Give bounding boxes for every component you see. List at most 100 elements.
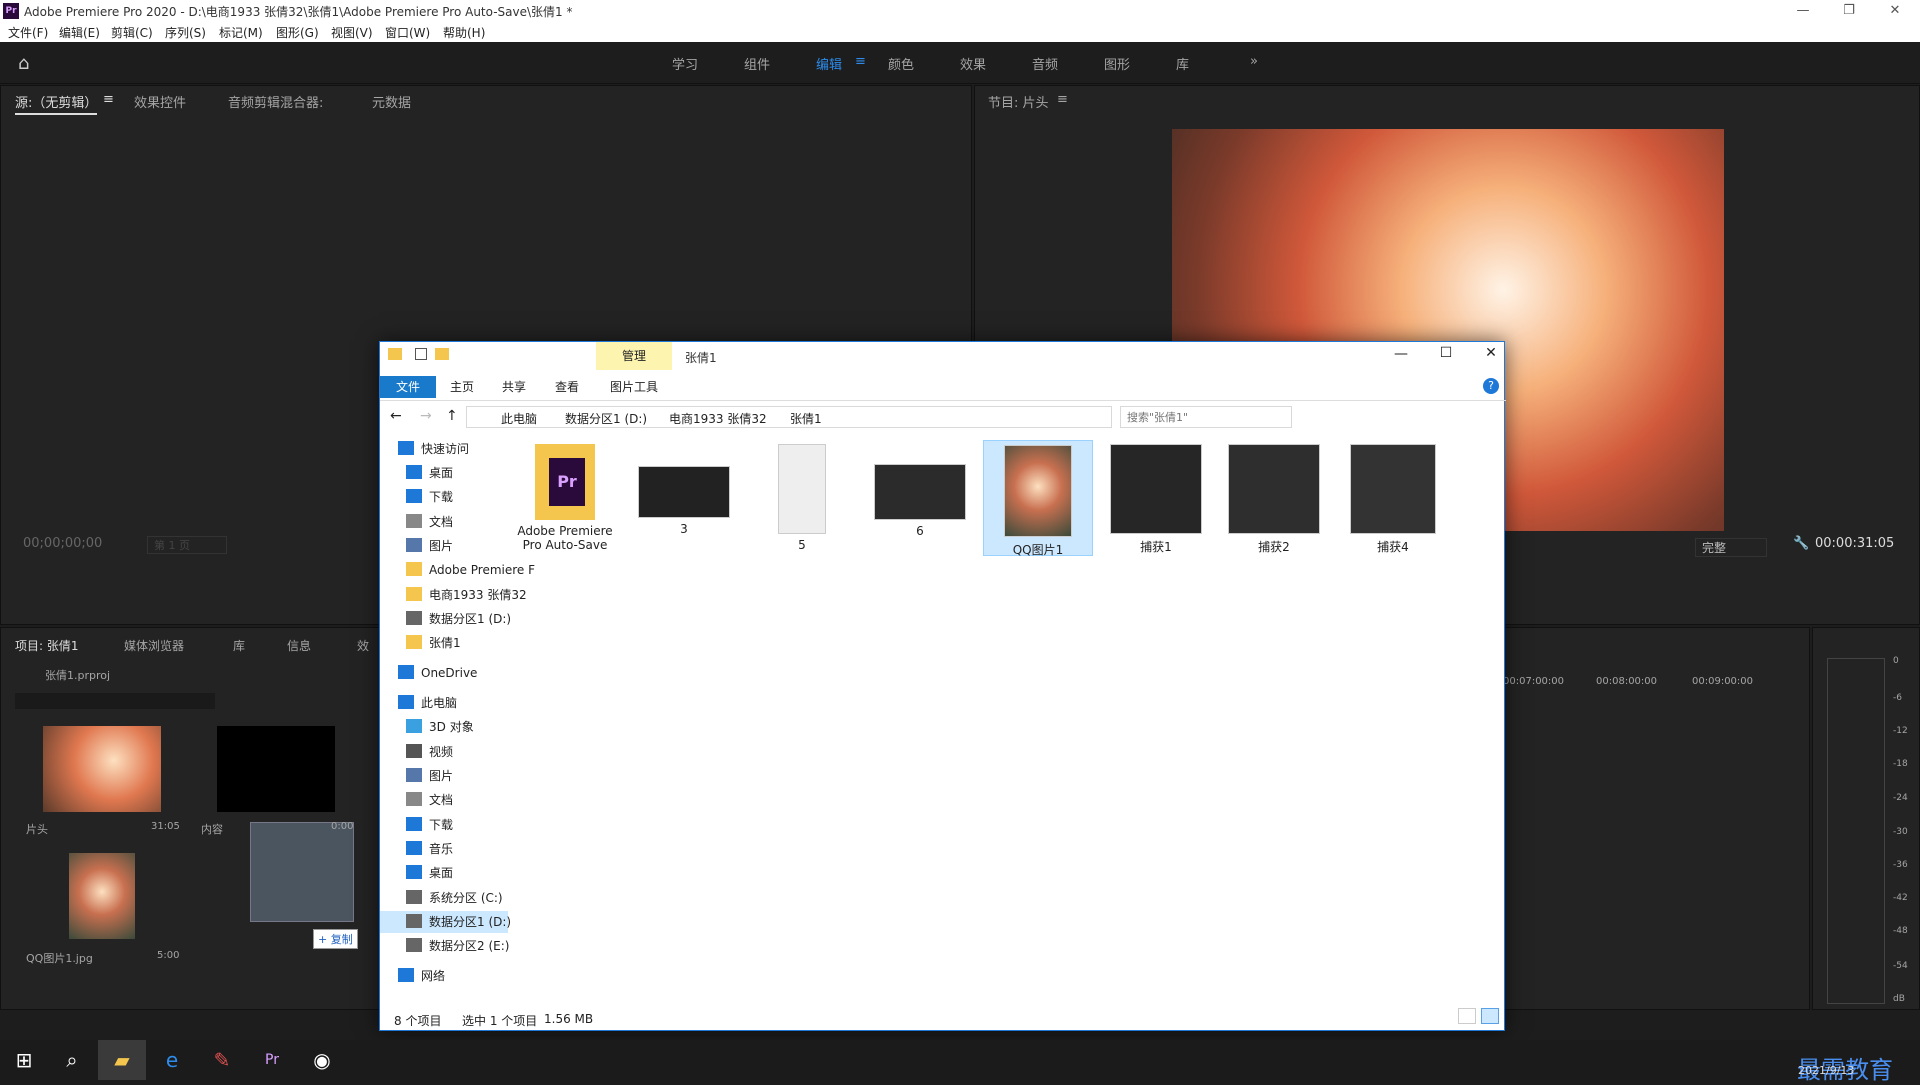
nav-item[interactable]: 数据分区1 (D:) xyxy=(406,608,511,630)
nav-item[interactable]: 此电脑 xyxy=(398,692,457,714)
program-title[interactable]: 节目: 片头 xyxy=(988,92,1049,111)
tab-source[interactable]: 源:（无剪辑） xyxy=(15,92,98,115)
nav-item[interactable]: 下载 xyxy=(406,486,453,508)
breadcrumb-folder-zhangqian1[interactable]: 张倩1 xyxy=(790,410,822,427)
menu-help[interactable]: 帮助(H) xyxy=(443,24,485,41)
file-item-3[interactable]: 3 xyxy=(629,444,739,536)
minimize-button[interactable]: — xyxy=(1780,0,1826,22)
panel-menu-icon[interactable]: ≡ xyxy=(103,92,114,107)
ribbon-picture-tools-tab[interactable]: 图片工具 xyxy=(610,376,658,398)
search-icon[interactable]: ⌕ xyxy=(48,1040,96,1080)
tab-metadata[interactable]: 元数据 xyxy=(372,92,411,111)
panel-menu-icon[interactable]: ≡ xyxy=(1057,92,1068,107)
nav-item[interactable]: 音乐 xyxy=(406,838,453,860)
workspace-assembly[interactable]: 组件 xyxy=(744,54,770,73)
nav-item[interactable]: Adobe Premiere F xyxy=(406,559,535,581)
tab-media-browser[interactable]: 媒体浏览器 xyxy=(124,637,184,654)
page-dropdown[interactable]: 第 1 页 xyxy=(147,536,227,554)
menu-sequence[interactable]: 序列(S) xyxy=(165,24,206,41)
thumb-content[interactable] xyxy=(217,726,335,812)
program-timecode[interactable]: 00:00:31:05 xyxy=(1815,536,1894,551)
wrench-icon[interactable]: 🔧 xyxy=(1793,536,1809,551)
source-timecode[interactable]: 00;00;00;00 xyxy=(23,536,102,551)
nav-item[interactable]: 视频 xyxy=(406,741,453,763)
forward-arrow-icon[interactable]: → xyxy=(420,408,432,424)
nav-item[interactable]: OneDrive xyxy=(398,662,477,684)
workspace-audio[interactable]: 音频 xyxy=(1032,54,1058,73)
nav-item[interactable]: 图片 xyxy=(406,535,453,557)
tab-effects[interactable]: 效 xyxy=(357,637,369,654)
thumb-qq-image[interactable] xyxy=(69,853,135,939)
file-item-6[interactable]: 6 xyxy=(865,444,975,538)
new-folder-icon[interactable] xyxy=(435,348,449,360)
workspace-learn[interactable]: 学习 xyxy=(672,54,698,73)
nav-item[interactable]: 3D 对象 xyxy=(406,716,474,738)
tab-audio-mixer[interactable]: 音频剪辑混合器: xyxy=(228,92,323,111)
edge-browser-icon[interactable]: e xyxy=(148,1040,196,1080)
workspace-libraries[interactable]: 库 xyxy=(1176,54,1189,73)
file-item-capture2[interactable]: 捕获2 xyxy=(1219,444,1329,555)
nav-item[interactable]: 下载 xyxy=(406,814,453,836)
file-explorer-icon[interactable]: ▰ xyxy=(98,1040,146,1080)
home-icon[interactable]: ⌂ xyxy=(18,53,29,74)
paint-icon[interactable]: ✎ xyxy=(198,1040,246,1080)
nav-item[interactable]: 桌面 xyxy=(406,862,453,884)
menu-clip[interactable]: 剪辑(C) xyxy=(111,24,153,41)
nav-item[interactable]: 图片 xyxy=(406,765,453,787)
nav-item[interactable]: 文档 xyxy=(406,511,453,533)
explorer-search-input[interactable] xyxy=(1120,406,1292,428)
thumb-intro[interactable] xyxy=(43,726,161,812)
workspace-effects[interactable]: 效果 xyxy=(960,54,986,73)
ribbon-share-tab[interactable]: 共享 xyxy=(502,376,526,398)
workspace-menu-icon[interactable]: ≡ xyxy=(855,54,866,69)
workspace-editing[interactable]: 编辑 xyxy=(816,54,842,73)
breadcrumb-folder-1933[interactable]: 电商1933 张倩32 xyxy=(669,410,767,427)
nav-item[interactable]: 文档 xyxy=(406,789,453,811)
address-bar[interactable]: 此电脑 数据分区1 (D:) 电商1933 张倩32 张倩1 xyxy=(466,406,1112,428)
file-item-5[interactable]: 5 xyxy=(747,444,857,552)
menu-view[interactable]: 视图(V) xyxy=(331,24,373,41)
help-icon[interactable]: ? xyxy=(1483,378,1499,394)
nav-item[interactable]: 数据分区2 (E:) xyxy=(406,935,509,957)
tab-info[interactable]: 信息 xyxy=(287,637,311,654)
menu-file[interactable]: 文件(F) xyxy=(8,24,48,41)
ribbon-home-tab[interactable]: 主页 xyxy=(450,376,474,398)
restore-button[interactable]: ❐ xyxy=(1826,0,1872,22)
nav-item[interactable]: 张倩1 xyxy=(406,632,461,654)
ribbon-view-tab[interactable]: 查看 xyxy=(555,376,579,398)
nav-item[interactable]: 系统分区 (C:) xyxy=(406,887,503,909)
ribbon-file-tab[interactable]: 文件 xyxy=(380,376,436,398)
breadcrumb-drive-d[interactable]: 数据分区1 (D:) xyxy=(565,410,647,427)
menu-window[interactable]: 窗口(W) xyxy=(385,24,430,41)
tab-project[interactable]: 项目: 张倩1 xyxy=(15,637,79,654)
details-view-icon[interactable] xyxy=(1458,1008,1476,1024)
more-workspaces-icon[interactable]: » xyxy=(1250,54,1258,69)
back-arrow-icon[interactable]: ← xyxy=(390,408,402,424)
workspace-color[interactable]: 颜色 xyxy=(888,54,914,73)
nav-item[interactable]: 电商1933 张倩32 xyxy=(406,584,527,606)
nav-item[interactable]: 网络 xyxy=(398,965,445,987)
tab-effect-controls[interactable]: 效果控件 xyxy=(134,92,186,111)
workspace-graphics[interactable]: 图形 xyxy=(1104,54,1130,73)
project-search-input[interactable] xyxy=(15,693,215,709)
app-taskbar-icon[interactable]: ◉ xyxy=(298,1040,346,1080)
menu-graphics[interactable]: 图形(G) xyxy=(276,24,319,41)
explorer-minimize-button[interactable]: — xyxy=(1386,346,1416,362)
windows-start-icon[interactable]: ⊞ xyxy=(0,1040,48,1080)
menu-marker[interactable]: 标记(M) xyxy=(219,24,263,41)
nav-item[interactable]: 桌面 xyxy=(406,462,453,484)
properties-icon[interactable] xyxy=(415,348,427,360)
quality-dropdown[interactable]: 完整 xyxy=(1695,538,1767,557)
tab-libraries[interactable]: 库 xyxy=(233,637,245,654)
nav-item[interactable]: 数据分区1 (D:) xyxy=(380,910,511,933)
up-arrow-icon[interactable]: ↑ xyxy=(446,408,458,424)
file-item-capture4[interactable]: 捕获4 xyxy=(1338,444,1448,555)
close-button[interactable]: ✕ xyxy=(1872,0,1918,22)
menu-edit[interactable]: 编辑(E) xyxy=(59,24,100,41)
explorer-close-button[interactable]: ✕ xyxy=(1476,345,1506,361)
breadcrumb-this-pc[interactable]: 此电脑 xyxy=(501,410,537,427)
file-item-autosave[interactable]: Pr Adobe Premiere Pro Auto-Save xyxy=(510,444,620,552)
explorer-maximize-button[interactable]: ☐ xyxy=(1431,345,1461,361)
large-icons-view-icon[interactable] xyxy=(1481,1008,1499,1024)
tab-manage[interactable]: 管理 xyxy=(596,342,672,370)
